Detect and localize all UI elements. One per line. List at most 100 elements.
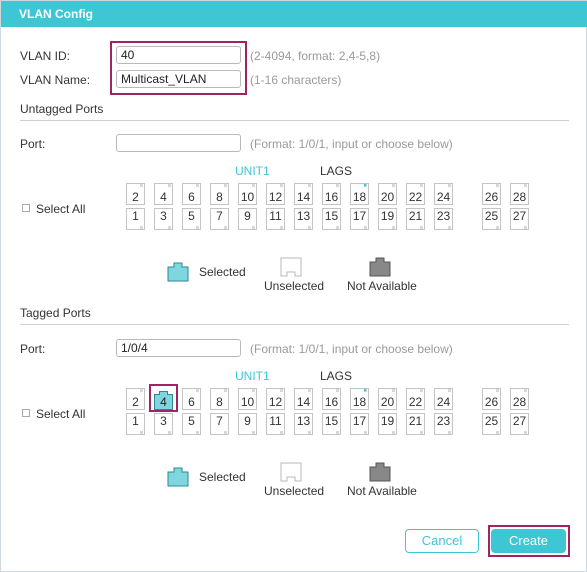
port-7[interactable]: 7 <box>210 413 229 435</box>
port-18[interactable]: 18 <box>350 183 369 205</box>
port-8[interactable]: 8 <box>210 388 229 410</box>
tagged-lags-tab[interactable]: LAGS <box>320 369 352 383</box>
untagged-select-all-label: Select All <box>36 202 86 216</box>
vlan-config-dialog: VLAN Config VLAN ID: 40 (2-4094, format:… <box>0 0 587 572</box>
port-9[interactable]: 9 <box>238 413 257 435</box>
port-12[interactable]: 12 <box>266 183 285 205</box>
untagged-divider <box>20 120 569 121</box>
untagged-lags-tab[interactable]: LAGS <box>320 164 352 178</box>
port-number: 2 <box>132 190 139 204</box>
port-number: 11 <box>269 414 282 428</box>
tagged-port-input[interactable]: 1/0/4 <box>116 339 241 357</box>
port-number: 7 <box>216 209 223 223</box>
tagged-section-title: Tagged Ports <box>20 306 91 320</box>
port-11[interactable]: 11 <box>266 208 285 230</box>
port-16[interactable]: 16 <box>322 388 341 410</box>
port-19[interactable]: 19 <box>378 208 397 230</box>
port-22[interactable]: 22 <box>406 183 425 205</box>
untagged-port-input[interactable] <box>116 134 241 152</box>
port-number: 28 <box>512 190 527 204</box>
port-number: 10 <box>240 190 255 204</box>
port-number: 20 <box>380 190 395 204</box>
port-4[interactable]: 4 <box>154 183 173 205</box>
vlan-id-label: VLAN ID: <box>20 49 71 63</box>
port-3[interactable]: 3 <box>154 413 173 435</box>
untagged-unit1-tab[interactable]: UNIT1 <box>235 164 270 178</box>
port-17[interactable]: 17 <box>350 413 369 435</box>
port-3[interactable]: 3 <box>154 208 173 230</box>
port-18[interactable]: 18 <box>350 388 369 410</box>
port-number: 19 <box>380 209 395 223</box>
unselected-legend-icon <box>280 462 302 482</box>
port-16[interactable]: 16 <box>322 183 341 205</box>
port-number: 14 <box>296 395 311 409</box>
port-number: 3 <box>160 414 167 428</box>
port-11[interactable]: 11 <box>266 413 285 435</box>
port-21[interactable]: 21 <box>406 208 425 230</box>
port-13[interactable]: 13 <box>294 208 313 230</box>
vlan-name-hint: (1-16 characters) <box>250 73 342 87</box>
tagged-select-all-checkbox[interactable] <box>22 409 30 417</box>
port-26[interactable]: 26 <box>482 183 501 205</box>
port-5[interactable]: 5 <box>182 208 201 230</box>
port-28[interactable]: 28 <box>510 183 529 205</box>
port-number: 21 <box>408 414 423 428</box>
port-9[interactable]: 9 <box>238 208 257 230</box>
port-17[interactable]: 17 <box>350 208 369 230</box>
port-27[interactable]: 27 <box>510 413 529 435</box>
untagged-section-title: Untagged Ports <box>20 102 104 116</box>
port-6[interactable]: 6 <box>182 388 201 410</box>
port-number: 1 <box>132 414 139 428</box>
port-23[interactable]: 23 <box>434 208 453 230</box>
port-14[interactable]: 14 <box>294 183 313 205</box>
port-24[interactable]: 24 <box>434 183 453 205</box>
port-13[interactable]: 13 <box>294 413 313 435</box>
port-number: 22 <box>408 190 423 204</box>
port-4-highlight <box>149 384 178 412</box>
port-15[interactable]: 15 <box>322 413 341 435</box>
port-10[interactable]: 10 <box>238 388 257 410</box>
port-20[interactable]: 20 <box>378 183 397 205</box>
port-21[interactable]: 21 <box>406 413 425 435</box>
port-number: 23 <box>436 209 451 223</box>
port-number: 14 <box>296 190 311 204</box>
untagged-select-all-checkbox[interactable] <box>22 204 30 212</box>
port-number: 2 <box>132 395 139 409</box>
tagged-select-all-label: Select All <box>36 407 86 421</box>
port-12[interactable]: 12 <box>266 388 285 410</box>
port-22[interactable]: 22 <box>406 388 425 410</box>
port-24[interactable]: 24 <box>434 388 453 410</box>
port-number: 22 <box>408 395 423 409</box>
port-27[interactable]: 27 <box>510 208 529 230</box>
port-number: 16 <box>324 190 339 204</box>
cancel-button[interactable]: Cancel <box>405 529 479 553</box>
port-6[interactable]: 6 <box>182 183 201 205</box>
legend-unselected-label: Unselected <box>264 279 325 293</box>
port-1[interactable]: 1 <box>126 413 145 435</box>
port-15[interactable]: 15 <box>322 208 341 230</box>
port-number: 27 <box>512 209 527 223</box>
port-26[interactable]: 26 <box>482 388 501 410</box>
tagged-unit1-tab[interactable]: UNIT1 <box>235 369 270 383</box>
port-5[interactable]: 5 <box>182 413 201 435</box>
port-number: 27 <box>512 414 527 428</box>
port-19[interactable]: 19 <box>378 413 397 435</box>
selected-legend-icon <box>167 262 189 282</box>
port-25[interactable]: 25 <box>482 413 501 435</box>
port-number: 24 <box>436 190 451 204</box>
port-20[interactable]: 20 <box>378 388 397 410</box>
dialog-title: VLAN Config <box>19 7 93 21</box>
port-8[interactable]: 8 <box>210 183 229 205</box>
port-2[interactable]: 2 <box>126 388 145 410</box>
port-number: 25 <box>484 414 499 428</box>
port-7[interactable]: 7 <box>210 208 229 230</box>
port-number: 6 <box>188 395 195 409</box>
port-10[interactable]: 10 <box>238 183 257 205</box>
port-25[interactable]: 25 <box>482 208 501 230</box>
port-28[interactable]: 28 <box>510 388 529 410</box>
port-1[interactable]: 1 <box>126 208 145 230</box>
port-2[interactable]: 2 <box>126 183 145 205</box>
legend-unselected-label: Unselected <box>264 484 325 498</box>
port-14[interactable]: 14 <box>294 388 313 410</box>
port-23[interactable]: 23 <box>434 413 453 435</box>
